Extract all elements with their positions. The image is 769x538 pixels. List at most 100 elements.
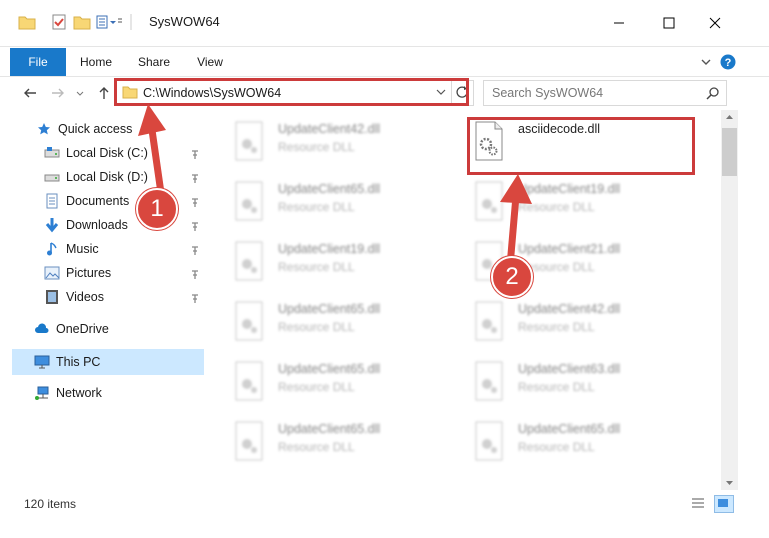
file-name: UpdateClient42.dll [278,122,381,136]
sidebar-item-videos[interactable]: Videos [44,286,104,308]
minimize-button[interactable] [597,8,641,38]
network-icon [34,385,50,401]
file-type: Resource DLL [518,440,595,454]
maximize-button[interactable] [647,8,691,38]
details-view-icon [692,498,704,508]
dll-file-icon [232,300,266,342]
file-type: Resource DLL [518,320,595,334]
file-type: Resource DLL [518,380,595,394]
annotation-arrow-2 [500,174,532,267]
file-name: UpdateClient65.dll [278,422,381,436]
tab-home[interactable]: Home [72,48,120,76]
search-placeholder: Search SysWOW64 [492,86,604,100]
sidebar-item-label: Music [66,242,99,256]
list-item[interactable]: UpdateClient19.dll Resource DLL [232,238,442,288]
file-type: Resource DLL [278,140,355,154]
status-bar: 120 items [0,490,769,516]
step-badge-1: 1 [136,188,178,230]
download-arrow-icon [44,217,60,233]
list-item[interactable]: UpdateClient42.dll Resource DLL [472,298,682,348]
list-item[interactable]: UpdateClient65.dll Resource DLL [232,298,442,348]
sidebar-item-label: Pictures [66,266,112,280]
divider [126,14,136,30]
pin-icon[interactable] [191,293,199,303]
pin-icon[interactable] [191,173,199,183]
videos-icon [44,289,60,305]
tab-file[interactable]: File [10,48,66,76]
sidebar-item-quick-access[interactable]: Quick access [36,118,132,140]
list-item[interactable]: UpdateClient65.dll Resource DLL [232,178,442,228]
sidebar-item-downloads[interactable]: Downloads [44,214,128,236]
recent-locations-button[interactable] [74,83,86,103]
svg-text:?: ? [725,57,732,69]
sidebar-item-label: Videos [66,290,104,304]
file-type: Resource DLL [278,440,355,454]
maximize-icon [663,17,675,29]
chevron-down-icon [701,59,711,65]
scroll-thumb[interactable] [722,128,737,176]
file-name: UpdateClient19.dll [278,242,381,256]
chevron-down-icon [76,91,84,96]
sidebar-item-music[interactable]: Music [44,238,99,260]
sidebar-item-onedrive[interactable]: OneDrive [34,318,109,340]
file-highlight [467,117,695,175]
step-badge-2: 2 [491,256,533,298]
large-icons-view-button[interactable] [714,495,734,513]
star-icon [36,121,52,137]
window-title: SysWOW64 [149,14,220,29]
customize-toolbar-icon[interactable] [95,13,122,31]
music-note-icon [44,241,60,257]
pin-icon[interactable] [191,269,199,279]
file-name: UpdateClient65.dll [518,422,621,436]
ribbon-tabs: File Home Share View ? [0,48,769,77]
minimize-icon [614,22,624,24]
list-item[interactable]: UpdateClient42.dll Resource DLL [232,118,442,168]
forward-button[interactable] [48,83,68,103]
file-type: Resource DLL [278,380,355,394]
pin-icon[interactable] [191,197,199,207]
documents-icon [44,193,60,209]
help-button[interactable]: ? [720,54,736,70]
large-icons-view-icon [718,499,728,507]
list-item[interactable]: UpdateClient65.dll Resource DLL [232,418,442,468]
properties-icon[interactable] [50,13,68,31]
sidebar-item-label: Documents [66,194,130,208]
details-view-button[interactable] [690,496,706,510]
cloud-icon [34,321,50,337]
dll-file-icon [232,240,266,282]
arrow-left-icon [24,88,36,98]
search-box[interactable]: Search SysWOW64 [483,80,727,106]
dll-file-icon [232,420,266,462]
pin-icon[interactable] [191,245,199,255]
dll-file-icon [232,360,266,402]
sidebar-item-this-pc[interactable]: This PC [12,349,204,375]
dll-file-icon [472,300,506,342]
list-item[interactable]: UpdateClient63.dll Resource DLL [472,358,682,408]
expand-ribbon-button[interactable] [700,54,712,70]
list-item[interactable]: UpdateClient65.dll Resource DLL [232,358,442,408]
list-item[interactable]: UpdateClient65.dll Resource DLL [472,418,682,468]
title-bar: SysWOW64 [0,0,769,47]
scroll-up-icon[interactable] [725,114,734,120]
tab-share[interactable]: Share [130,48,178,76]
back-button[interactable] [20,83,40,103]
help-icon: ? [720,54,736,70]
tab-view[interactable]: View [186,48,234,76]
sidebar-item-label: This PC [56,355,101,369]
drive-icon [44,145,60,161]
scroll-down-icon[interactable] [725,480,734,486]
sidebar-item-pictures[interactable]: Pictures [44,262,111,284]
dll-file-icon [232,180,266,222]
sidebar-item-network[interactable]: Network [34,382,102,404]
sidebar-item-label: Network [56,386,102,400]
file-name: UpdateClient42.dll [518,302,621,316]
pin-icon[interactable] [191,149,199,159]
file-type: Resource DLL [278,260,355,274]
up-button[interactable] [94,83,114,103]
pin-icon[interactable] [191,221,199,231]
dll-file-icon [472,420,506,462]
new-folder-icon[interactable] [73,13,91,31]
close-button[interactable] [693,8,737,38]
sidebar-item-documents[interactable]: Documents [44,190,129,212]
file-type: Resource DLL [278,320,355,334]
